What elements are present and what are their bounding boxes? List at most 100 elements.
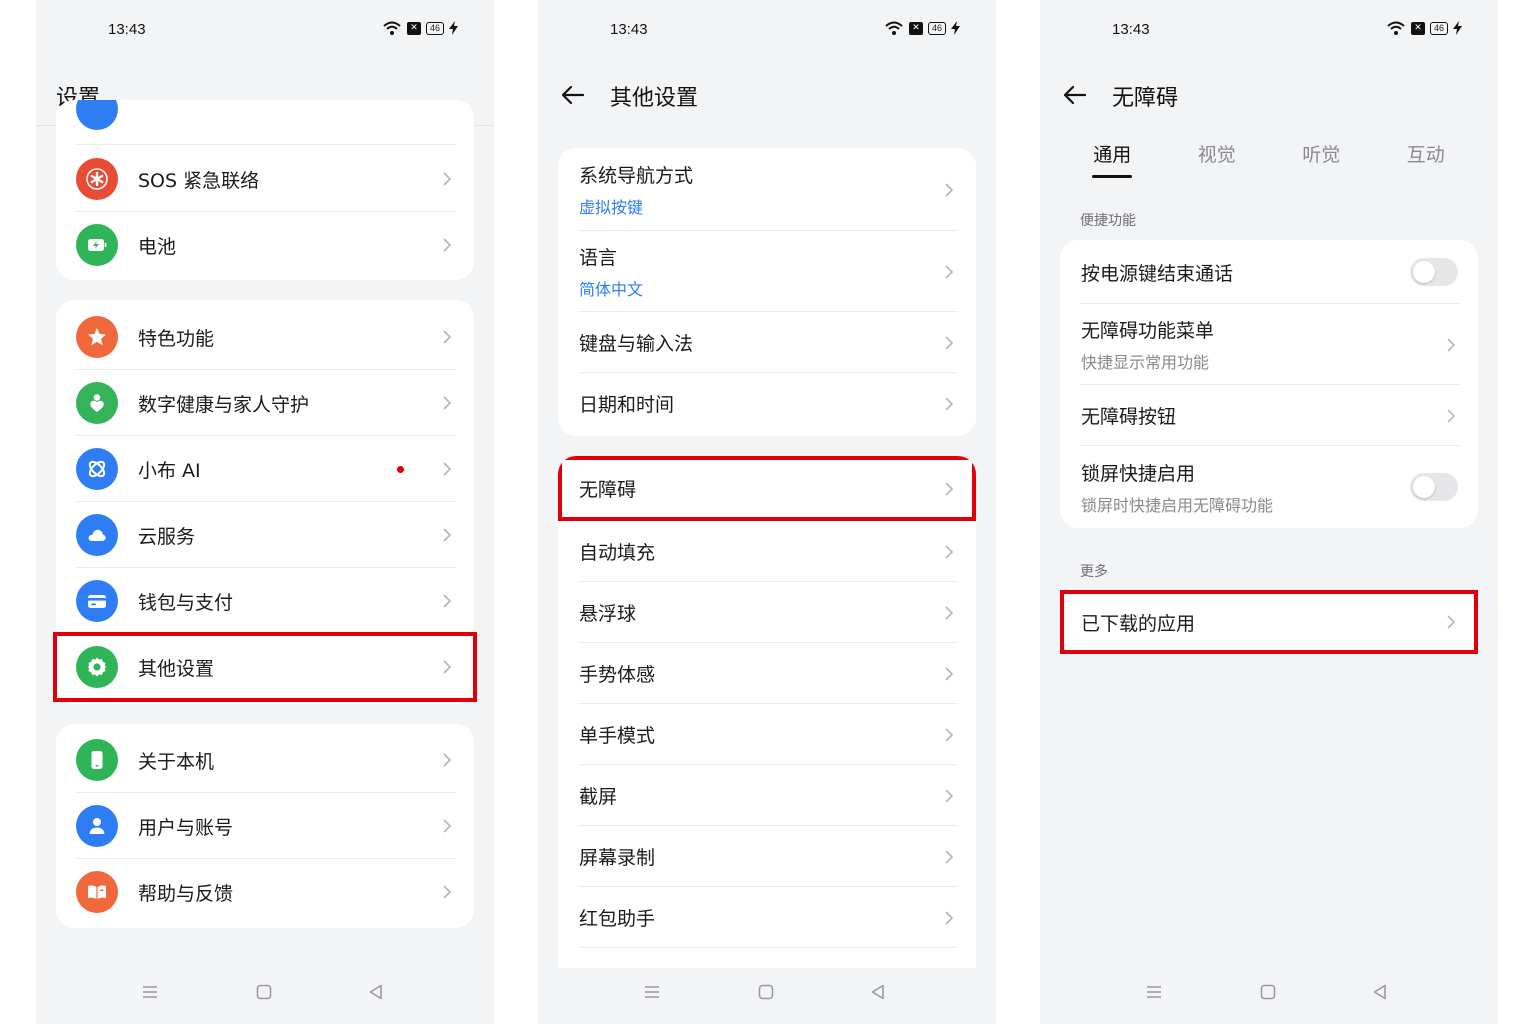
system-nav-bar: [36, 982, 494, 1006]
settings-item-other-settings[interactable]: 其他设置: [53, 632, 477, 702]
item-screen-recording[interactable]: 屏幕录制: [558, 826, 976, 887]
settings-item-label: 关于本机: [138, 750, 215, 773]
chevron-right-icon: [443, 660, 452, 674]
settings-item-cloud[interactable]: 云服务: [56, 502, 474, 568]
chevron-right-icon: [443, 172, 452, 186]
settings-item-label: 小布 AI: [138, 459, 201, 482]
nav-home-icon[interactable]: [1258, 982, 1278, 1002]
chevron-right-icon: [945, 788, 954, 803]
nav-menu-icon[interactable]: [1144, 982, 1164, 1002]
item-one-hand-mode[interactable]: 单手模式: [558, 704, 976, 765]
nav-back-icon[interactable]: [1370, 982, 1390, 1002]
settings-item-help-feedback[interactable]: 帮助与反馈: [56, 859, 474, 925]
chevron-right-icon: [945, 264, 954, 279]
settings-group-1: SOS 紧急联络 电池: [56, 100, 474, 280]
item-value: 简体中文: [579, 280, 644, 299]
chevron-right-icon: [945, 605, 954, 620]
item-red-packet-helper[interactable]: 红包助手: [558, 887, 976, 948]
item-power-button-end-call[interactable]: 按电源键结束通话: [1060, 240, 1478, 304]
page-title: 其他设置: [610, 86, 699, 111]
settings-item-label: 数字健康与家人守护: [138, 393, 310, 416]
help-book-icon: [76, 871, 118, 913]
lockscreen-shortcut-toggle[interactable]: [1410, 473, 1458, 501]
charging-bolt-icon: [951, 21, 960, 35]
nav-home-icon[interactable]: [756, 982, 776, 1002]
item-floating-ball[interactable]: 悬浮球: [558, 582, 976, 643]
chevron-right-icon: [443, 753, 452, 767]
status-bar: 13:43 ✕ 46: [1040, 18, 1498, 42]
gear-icon: [76, 646, 118, 688]
item-label: 系统导航方式: [579, 165, 694, 187]
item-label: 按电源键结束通话: [1081, 262, 1234, 285]
tab-general[interactable]: 通用: [1060, 136, 1165, 184]
chevron-right-icon: [443, 462, 452, 476]
chevron-right-icon: [443, 819, 452, 833]
item-label: 屏幕录制: [579, 847, 656, 869]
item-label: 无障碍功能菜单: [1081, 320, 1215, 342]
battery-level: 46: [1429, 21, 1448, 35]
settings-item-label: 其他设置: [138, 657, 215, 680]
nav-back-icon[interactable]: [366, 982, 386, 1002]
chevron-right-icon: [443, 396, 452, 410]
sos-asterisk-icon: [76, 158, 118, 200]
cloud-icon: [76, 514, 118, 556]
item-label: 截屏: [579, 786, 618, 808]
item-label: 日期和时间: [579, 394, 675, 416]
tab-interaction[interactable]: 互动: [1374, 136, 1479, 184]
item-accessibility[interactable]: 无障碍: [558, 456, 976, 521]
status-bar: 13:43 ✕ 46: [538, 18, 996, 42]
item-downloaded-apps[interactable]: 已下载的应用: [1060, 590, 1478, 654]
settings-screen: 13:43 ✕ 46 设置 SOS 紧急联络 电池 特色功能 数字健康与家人守护…: [36, 0, 494, 1024]
item-label: 单手模式: [579, 725, 656, 747]
status-time: 13:43: [1112, 21, 1150, 38]
item-keyboard-input[interactable]: 键盘与输入法: [558, 312, 976, 373]
item-system-navigation[interactable]: 系统导航方式 虚拟按键: [558, 148, 976, 231]
back-arrow-icon[interactable]: [1062, 82, 1088, 108]
chevron-right-icon: [443, 885, 452, 899]
settings-item-about-phone[interactable]: 关于本机: [56, 727, 474, 793]
settings-item-wallet[interactable]: 钱包与支付: [56, 568, 474, 634]
item-label: 键盘与输入法: [579, 333, 694, 355]
nav-menu-icon[interactable]: [140, 982, 160, 1002]
settings-item-label: 用户与账号: [138, 816, 234, 839]
accessibility-group-1: 按电源键结束通话 无障碍功能菜单 快捷显示常用功能 无障碍按钮 锁屏快捷启用 锁…: [1060, 240, 1478, 528]
tab-hearing[interactable]: 听觉: [1269, 136, 1374, 184]
heart-person-icon: [76, 382, 118, 424]
item-label: 无障碍: [579, 479, 637, 501]
settings-item-label: SOS 紧急联络: [138, 169, 260, 192]
sim-blocked-icon: ✕: [908, 21, 923, 35]
settings-item-label: 电池: [138, 235, 177, 258]
item-language[interactable]: 语言 简体中文: [558, 231, 976, 312]
item-lockscreen-shortcut[interactable]: 锁屏快捷启用 锁屏时快捷启用无障碍功能: [1060, 446, 1478, 528]
partial-item-icon: [76, 100, 118, 130]
item-autofill[interactable]: 自动填充: [558, 521, 976, 582]
item-description: 快捷显示常用功能: [1081, 353, 1210, 372]
item-accessibility-menu[interactable]: 无障碍功能菜单 快捷显示常用功能: [1060, 304, 1478, 385]
back-arrow-icon[interactable]: [560, 82, 586, 108]
item-gestures[interactable]: 手势体感: [558, 643, 976, 704]
nav-back-icon[interactable]: [868, 982, 888, 1002]
item-value: 虚拟按键: [579, 198, 644, 217]
item-screenshot[interactable]: 截屏: [558, 765, 976, 826]
settings-item-xiaobu-ai[interactable]: 小布 AI: [56, 436, 474, 502]
tab-vision[interactable]: 视觉: [1165, 136, 1270, 184]
settings-item-user-account[interactable]: 用户与账号: [56, 793, 474, 859]
settings-item-battery[interactable]: 电池: [56, 212, 474, 278]
charging-bolt-icon: [449, 21, 458, 35]
item-label: 红包助手: [579, 908, 656, 930]
chevron-right-icon: [443, 528, 452, 542]
battery-level: 46: [425, 21, 444, 35]
settings-group-2: 特色功能 数字健康与家人守护 小布 AI 云服务 钱包与支付 其他设置: [53, 300, 477, 704]
item-accessibility-button[interactable]: 无障碍按钮: [1060, 385, 1478, 446]
settings-item-features[interactable]: 特色功能: [56, 304, 474, 370]
settings-item-digital-health[interactable]: 数字健康与家人守护: [56, 370, 474, 436]
accessibility-screen: 13:43 ✕ 46 无障碍 通用 视觉 听觉 互动 便捷功能 按电源键结束通话…: [1040, 0, 1498, 1024]
nav-home-icon[interactable]: [254, 982, 274, 1002]
item-label: 手势体感: [579, 664, 656, 686]
settings-item-sos[interactable]: SOS 紧急联络: [56, 146, 474, 212]
accessibility-group-2: 已下载的应用: [1060, 590, 1478, 654]
settings-group-3: 关于本机 用户与账号 帮助与反馈: [56, 724, 474, 928]
power-end-call-toggle[interactable]: [1410, 258, 1458, 286]
nav-menu-icon[interactable]: [642, 982, 662, 1002]
item-date-time[interactable]: 日期和时间: [558, 373, 976, 434]
